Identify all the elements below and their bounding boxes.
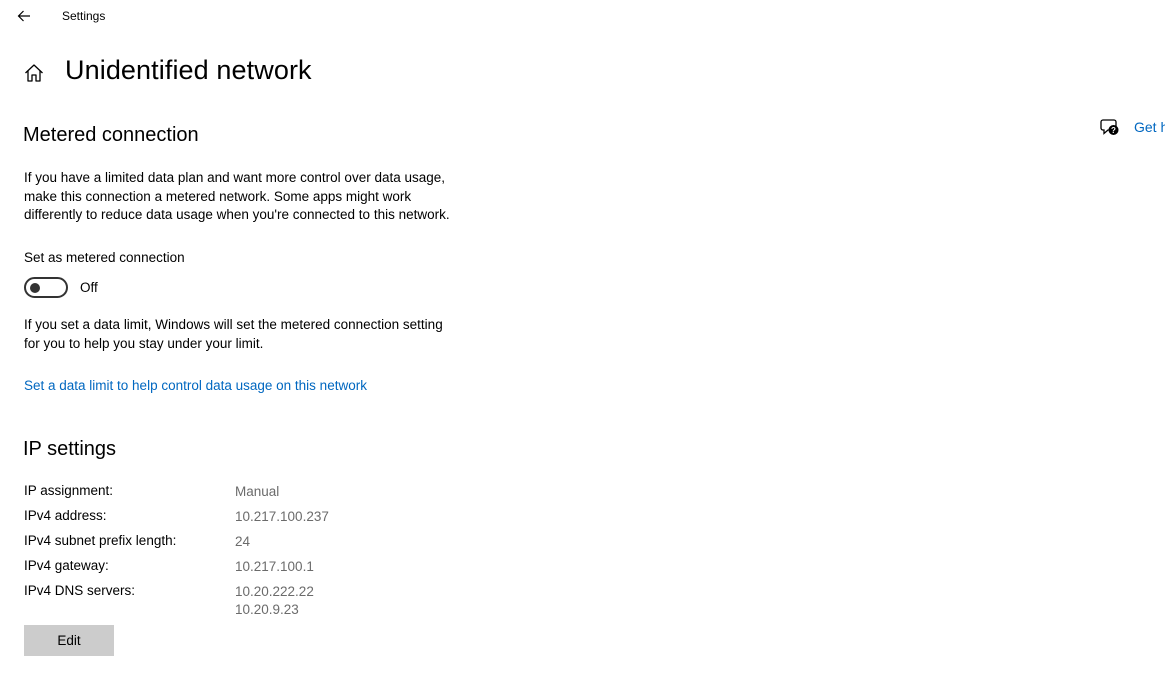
ip-settings-heading: IP settings <box>23 438 117 460</box>
data-limit-description: If you set a data limit, Windows will se… <box>24 316 484 353</box>
metered-toggle-label: Set as metered connection <box>24 250 185 265</box>
ipv4-subnet-row: IPv4 subnet prefix length: 24 <box>24 533 424 553</box>
back-button[interactable] <box>10 4 38 28</box>
ip-row-key: IPv4 DNS servers: <box>24 583 136 598</box>
ip-row-key: IPv4 address: <box>24 508 107 523</box>
dns-server-primary: 10.20.222.22 <box>235 584 314 599</box>
metered-description-line: make this connection a metered network. … <box>24 188 412 204</box>
ipv4-gateway-row: IPv4 gateway: 10.217.100.1 <box>24 558 424 578</box>
metered-connection-toggle[interactable] <box>24 277 68 298</box>
dns-server-secondary: 10.20.9.23 <box>235 602 299 617</box>
ip-row-key: IP assignment: <box>24 483 114 498</box>
home-button[interactable] <box>21 60 47 86</box>
help-chat-icon: ? <box>1100 119 1119 135</box>
page-title: Unidentified network <box>65 55 312 85</box>
svg-text:?: ? <box>1111 126 1116 135</box>
ip-row-value: 10.217.100.237 <box>235 509 329 524</box>
ip-row-value: 10.217.100.1 <box>235 559 314 574</box>
ip-row-key: IPv4 subnet prefix length: <box>24 533 177 548</box>
window-title: Settings <box>62 9 106 23</box>
ipv4-address-row: IPv4 address: 10.217.100.237 <box>24 508 424 528</box>
ip-assignment-row: IP assignment: Manual <box>24 483 424 503</box>
ipv4-dns-row: IPv4 DNS servers: 10.20.222.22 10.20.9.2… <box>24 583 424 623</box>
edit-ip-button[interactable]: Edit <box>24 625 114 656</box>
ip-row-value: 24 <box>235 534 251 549</box>
get-help-link[interactable]: ? Get help <box>1100 116 1165 138</box>
data-limit-description-line: for you to help you stay under your limi… <box>24 335 264 351</box>
metered-description: If you have a limited data plan and want… <box>24 169 484 225</box>
ip-row-value: 10.20.222.22 10.20.9.23 <box>235 583 314 619</box>
back-arrow-icon <box>17 10 30 22</box>
metered-connection-heading: Metered connection <box>23 124 199 146</box>
ip-row-key: IPv4 gateway: <box>24 558 109 573</box>
toggle-knob <box>30 282 40 293</box>
ip-row-value: Manual <box>235 484 280 499</box>
toggle-state-label: Off <box>80 280 98 295</box>
get-help-label: Get help <box>1134 119 1165 135</box>
set-data-limit-link[interactable]: Set a data limit to help control data us… <box>24 378 367 393</box>
home-icon <box>25 64 43 82</box>
metered-description-line: differently to reduce data usage when yo… <box>24 207 450 222</box>
data-limit-description-line: If you set a data limit, Windows will se… <box>24 317 443 332</box>
metered-description-line: If you have a limited data plan and want… <box>24 170 446 185</box>
settings-window: Settings Unidentified network ? Get help… <box>0 0 1165 686</box>
